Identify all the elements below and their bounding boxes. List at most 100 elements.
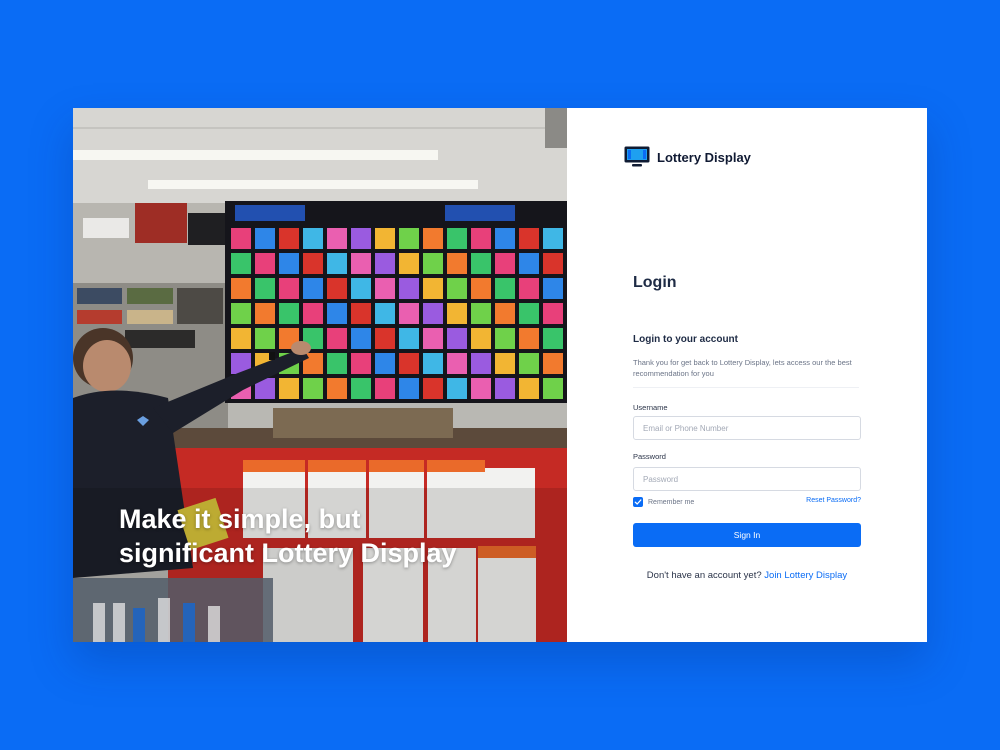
lottery-ticket [543, 378, 563, 399]
lottery-ticket [399, 278, 419, 299]
password-label: Password [633, 452, 666, 461]
lottery-ticket [375, 378, 395, 399]
lottery-ticket [375, 278, 395, 299]
reset-password-link[interactable]: Reset Password? [806, 497, 861, 504]
sign-in-button[interactable]: Sign In [633, 523, 861, 547]
lottery-ticket [351, 328, 371, 349]
lottery-ticket [279, 303, 299, 324]
lottery-ticket [351, 278, 371, 299]
lottery-ticket [519, 378, 539, 399]
lottery-ticket [327, 378, 347, 399]
lottery-ticket [327, 303, 347, 324]
hero-headline-line-2: significant Lottery Display [119, 538, 457, 568]
password-input[interactable] [633, 467, 861, 491]
lottery-ticket [447, 328, 467, 349]
lottery-ticket [543, 328, 563, 349]
lottery-ticket [423, 303, 443, 324]
lottery-ticket [423, 228, 443, 249]
lottery-ticket [351, 378, 371, 399]
lottery-ticket [471, 303, 491, 324]
lottery-ticket [519, 353, 539, 374]
lottery-ticket [423, 253, 443, 274]
lottery-ticket [303, 253, 323, 274]
lottery-ticket [447, 378, 467, 399]
signup-prompt: Don't have an account yet? Join Lottery … [567, 570, 927, 581]
form-subtitle: Login to your account [633, 334, 738, 345]
lottery-ticket [375, 328, 395, 349]
lottery-ticket [375, 228, 395, 249]
login-panel: Lottery Display Login Login to your acco… [567, 108, 927, 642]
lottery-ticket [375, 253, 395, 274]
lottery-ticket [399, 353, 419, 374]
lottery-ticket [447, 278, 467, 299]
lottery-ticket [543, 353, 563, 374]
lottery-ticket [351, 228, 371, 249]
lottery-ticket [327, 278, 347, 299]
lottery-ticket [495, 328, 515, 349]
lottery-ticket [495, 378, 515, 399]
lottery-ticket [447, 303, 467, 324]
lottery-ticket [231, 303, 251, 324]
lottery-ticket [543, 303, 563, 324]
lottery-ticket [495, 253, 515, 274]
lottery-ticket [279, 278, 299, 299]
hero-headline: Make it simple, but significant Lottery … [119, 502, 539, 570]
monitor-icon [624, 146, 650, 167]
lottery-ticket [399, 328, 419, 349]
lottery-ticket [255, 303, 275, 324]
lottery-ticket [495, 303, 515, 324]
remember-checkbox[interactable] [633, 497, 643, 507]
signup-prompt-text: Don't have an account yet? [646, 570, 762, 581]
lottery-ticket [327, 228, 347, 249]
lottery-ticket [231, 228, 251, 249]
lottery-ticket [231, 328, 251, 349]
brand[interactable]: Lottery Display [624, 146, 751, 168]
lottery-ticket [279, 228, 299, 249]
lottery-ticket [543, 228, 563, 249]
remember-me[interactable]: Remember me [633, 497, 694, 507]
lottery-ticket [351, 303, 371, 324]
lottery-ticket [351, 253, 371, 274]
lottery-ticket [303, 303, 323, 324]
lottery-ticket [471, 253, 491, 274]
lottery-ticket [447, 228, 467, 249]
lottery-ticket [399, 228, 419, 249]
lottery-ticket [279, 253, 299, 274]
lottery-ticket [423, 278, 443, 299]
lottery-ticket [519, 228, 539, 249]
lottery-ticket [471, 278, 491, 299]
page-title: Login [633, 274, 677, 291]
lottery-ticket [495, 278, 515, 299]
lottery-ticket [399, 303, 419, 324]
lottery-ticket [447, 253, 467, 274]
lottery-ticket [255, 328, 275, 349]
lottery-ticket [303, 228, 323, 249]
remember-label: Remember me [648, 498, 695, 506]
lottery-ticket [471, 378, 491, 399]
lottery-ticket [327, 353, 347, 374]
lottery-ticket [519, 253, 539, 274]
lottery-ticket [495, 353, 515, 374]
username-label: Username [633, 403, 668, 412]
lottery-ticket [543, 253, 563, 274]
lottery-ticket [543, 278, 563, 299]
lottery-ticket [423, 353, 443, 374]
lottery-ticket [423, 378, 443, 399]
lottery-ticket [471, 328, 491, 349]
lottery-ticket [519, 328, 539, 349]
username-input[interactable] [633, 416, 861, 440]
lottery-ticket [351, 353, 371, 374]
checkmark-icon [634, 499, 642, 505]
lottery-ticket [399, 253, 419, 274]
lottery-ticket [399, 378, 419, 399]
lottery-ticket [279, 378, 299, 399]
lottery-ticket [423, 328, 443, 349]
lottery-ticket [519, 278, 539, 299]
join-link[interactable]: Join Lottery Display [764, 570, 847, 581]
lottery-ticket [375, 303, 395, 324]
lottery-ticket [519, 303, 539, 324]
login-card: Make it simple, but significant Lottery … [73, 108, 927, 642]
lottery-ticket [327, 328, 347, 349]
lottery-ticket [255, 278, 275, 299]
lottery-ticket [447, 353, 467, 374]
